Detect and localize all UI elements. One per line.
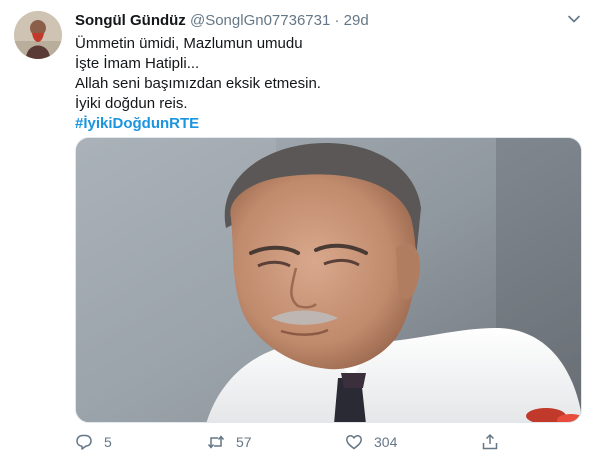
like-button[interactable]: 304 bbox=[345, 428, 397, 456]
photo-image bbox=[76, 138, 581, 422]
retweet-icon bbox=[207, 435, 225, 449]
retweet-count: 57 bbox=[236, 434, 252, 450]
share-icon bbox=[482, 433, 498, 450]
tweet-line: Allah seni başımızdan eksik etmesin. bbox=[75, 75, 321, 92]
separator-dot: · bbox=[334, 12, 340, 29]
tweet-header: Songül Gündüz @SonglGn07736731 · 29d bbox=[75, 11, 579, 31]
avatar-image bbox=[14, 11, 62, 59]
reply-button[interactable]: 5 bbox=[75, 428, 112, 456]
reply-icon bbox=[76, 434, 92, 450]
tweet: Songül Gündüz @SonglGn07736731 · 29d Ümm… bbox=[0, 0, 599, 458]
avatar[interactable] bbox=[14, 11, 62, 59]
tweet-line: Ümmetin ümidi, Mazlumun umudu bbox=[75, 35, 303, 52]
retweet-button[interactable]: 57 bbox=[207, 428, 252, 456]
user-handle[interactable]: @SonglGn07736731 bbox=[190, 12, 330, 29]
share-button[interactable] bbox=[481, 428, 499, 456]
tweet-actions: 5 57 304 bbox=[75, 428, 575, 456]
chevron-down-icon[interactable] bbox=[567, 12, 581, 26]
hashtag-link[interactable]: #İyikiDoğdunRTE bbox=[75, 114, 575, 134]
tweet-timestamp[interactable]: 29d bbox=[344, 12, 369, 29]
tweet-line: İşte İmam Hatipli... bbox=[75, 55, 200, 72]
like-count: 304 bbox=[374, 434, 398, 450]
reply-count: 5 bbox=[104, 434, 112, 450]
display-name[interactable]: Songül Gündüz bbox=[75, 12, 186, 29]
tweet-text: Ümmetin ümidi, Mazlumun umudu İşte İmam … bbox=[75, 34, 575, 134]
tweet-line: İyiki doğdun reis. bbox=[75, 95, 188, 112]
tweet-photo[interactable] bbox=[75, 137, 582, 423]
like-icon bbox=[346, 435, 362, 450]
